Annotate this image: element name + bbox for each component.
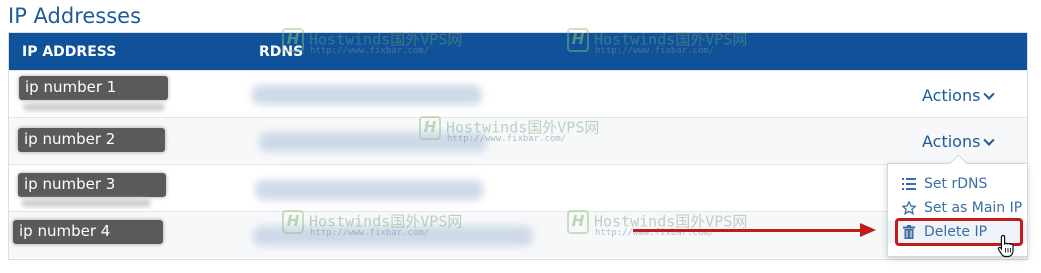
list-icon xyxy=(902,178,916,190)
section-title: IP Addresses xyxy=(8,4,142,28)
rdns-value-redacted xyxy=(255,180,483,200)
menu-item-label: Set as Main IP xyxy=(924,200,1023,216)
table-row: ip number 1 Actions xyxy=(9,70,1027,117)
actions-label: Actions xyxy=(922,132,981,151)
ip-address-cell: ip number 2 xyxy=(18,128,165,152)
arrow-head-icon xyxy=(860,223,876,237)
column-header-rdns: RDNS xyxy=(259,44,304,60)
actions-button[interactable]: Actions xyxy=(922,132,996,151)
menu-item-label: Set rDNS xyxy=(924,176,988,192)
redacted-text xyxy=(23,103,165,111)
ip-address-cell: ip number 1 xyxy=(19,76,168,100)
star-icon xyxy=(902,201,916,215)
chevron-down-icon xyxy=(983,134,996,146)
redacted-text xyxy=(21,199,151,207)
menu-item-set-rdns[interactable]: Set rDNS xyxy=(888,173,1027,195)
ip-address-cell: ip number 4 xyxy=(13,220,163,244)
column-header-ip: IP ADDRESS xyxy=(22,44,117,60)
rdns-value-redacted xyxy=(259,132,487,152)
table-header: IP ADDRESS RDNS xyxy=(9,33,1027,70)
table-row: ip number 2 Actions xyxy=(9,117,1027,164)
actions-button[interactable]: Actions xyxy=(922,86,996,105)
actions-label: Actions xyxy=(922,86,981,105)
menu-item-set-main-ip[interactable]: Set as Main IP xyxy=(888,197,1027,219)
page: IP Addresses IP ADDRESS RDNS ip number 1… xyxy=(0,0,1041,273)
rdns-value-redacted xyxy=(252,85,482,105)
annotation-arrow xyxy=(633,229,865,232)
rdns-value-redacted xyxy=(253,226,533,246)
hand-cursor-icon xyxy=(997,234,1014,258)
chevron-down-icon xyxy=(983,88,996,100)
ip-address-cell: ip number 3 xyxy=(18,173,166,197)
table-row: ip number 3 xyxy=(9,164,1027,211)
